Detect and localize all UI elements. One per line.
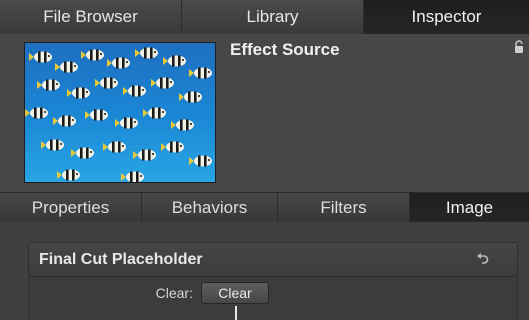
tab-filters[interactable]: Filters (278, 193, 410, 222)
lock-icon[interactable] (513, 40, 525, 54)
fish-thumbnail-image (24, 42, 216, 183)
tab-library[interactable]: Library (182, 0, 364, 34)
effect-title: Effect Source (230, 40, 340, 59)
inspector-content: Final Cut Placeholder Clear: Clear (0, 222, 529, 320)
callout-pointer-line (235, 306, 237, 320)
tab-behaviors[interactable]: Behaviors (142, 193, 278, 222)
clear-param-row: Clear: Clear (29, 277, 517, 309)
reset-arrow-icon[interactable] (475, 253, 489, 267)
clear-button[interactable]: Clear (201, 282, 269, 304)
clear-param-label: Clear: (155, 285, 193, 301)
tab-file-browser[interactable]: File Browser (0, 0, 182, 34)
top-tab-bar: File Browser Library Inspector (0, 0, 529, 34)
inspector-header: Effect Source (0, 34, 529, 192)
group-header[interactable]: Final Cut Placeholder (29, 243, 517, 277)
inspector-panel: File Browser Library Inspector Effect So… (0, 0, 529, 320)
tab-image[interactable]: Image (410, 193, 529, 222)
tab-properties[interactable]: Properties (0, 193, 142, 222)
group-title: Final Cut Placeholder (39, 250, 203, 268)
inspector-sub-tab-bar: Properties Behaviors Filters Image (0, 192, 529, 222)
tab-inspector[interactable]: Inspector (364, 0, 529, 34)
final-cut-placeholder-group: Final Cut Placeholder Clear: Clear (28, 242, 518, 320)
